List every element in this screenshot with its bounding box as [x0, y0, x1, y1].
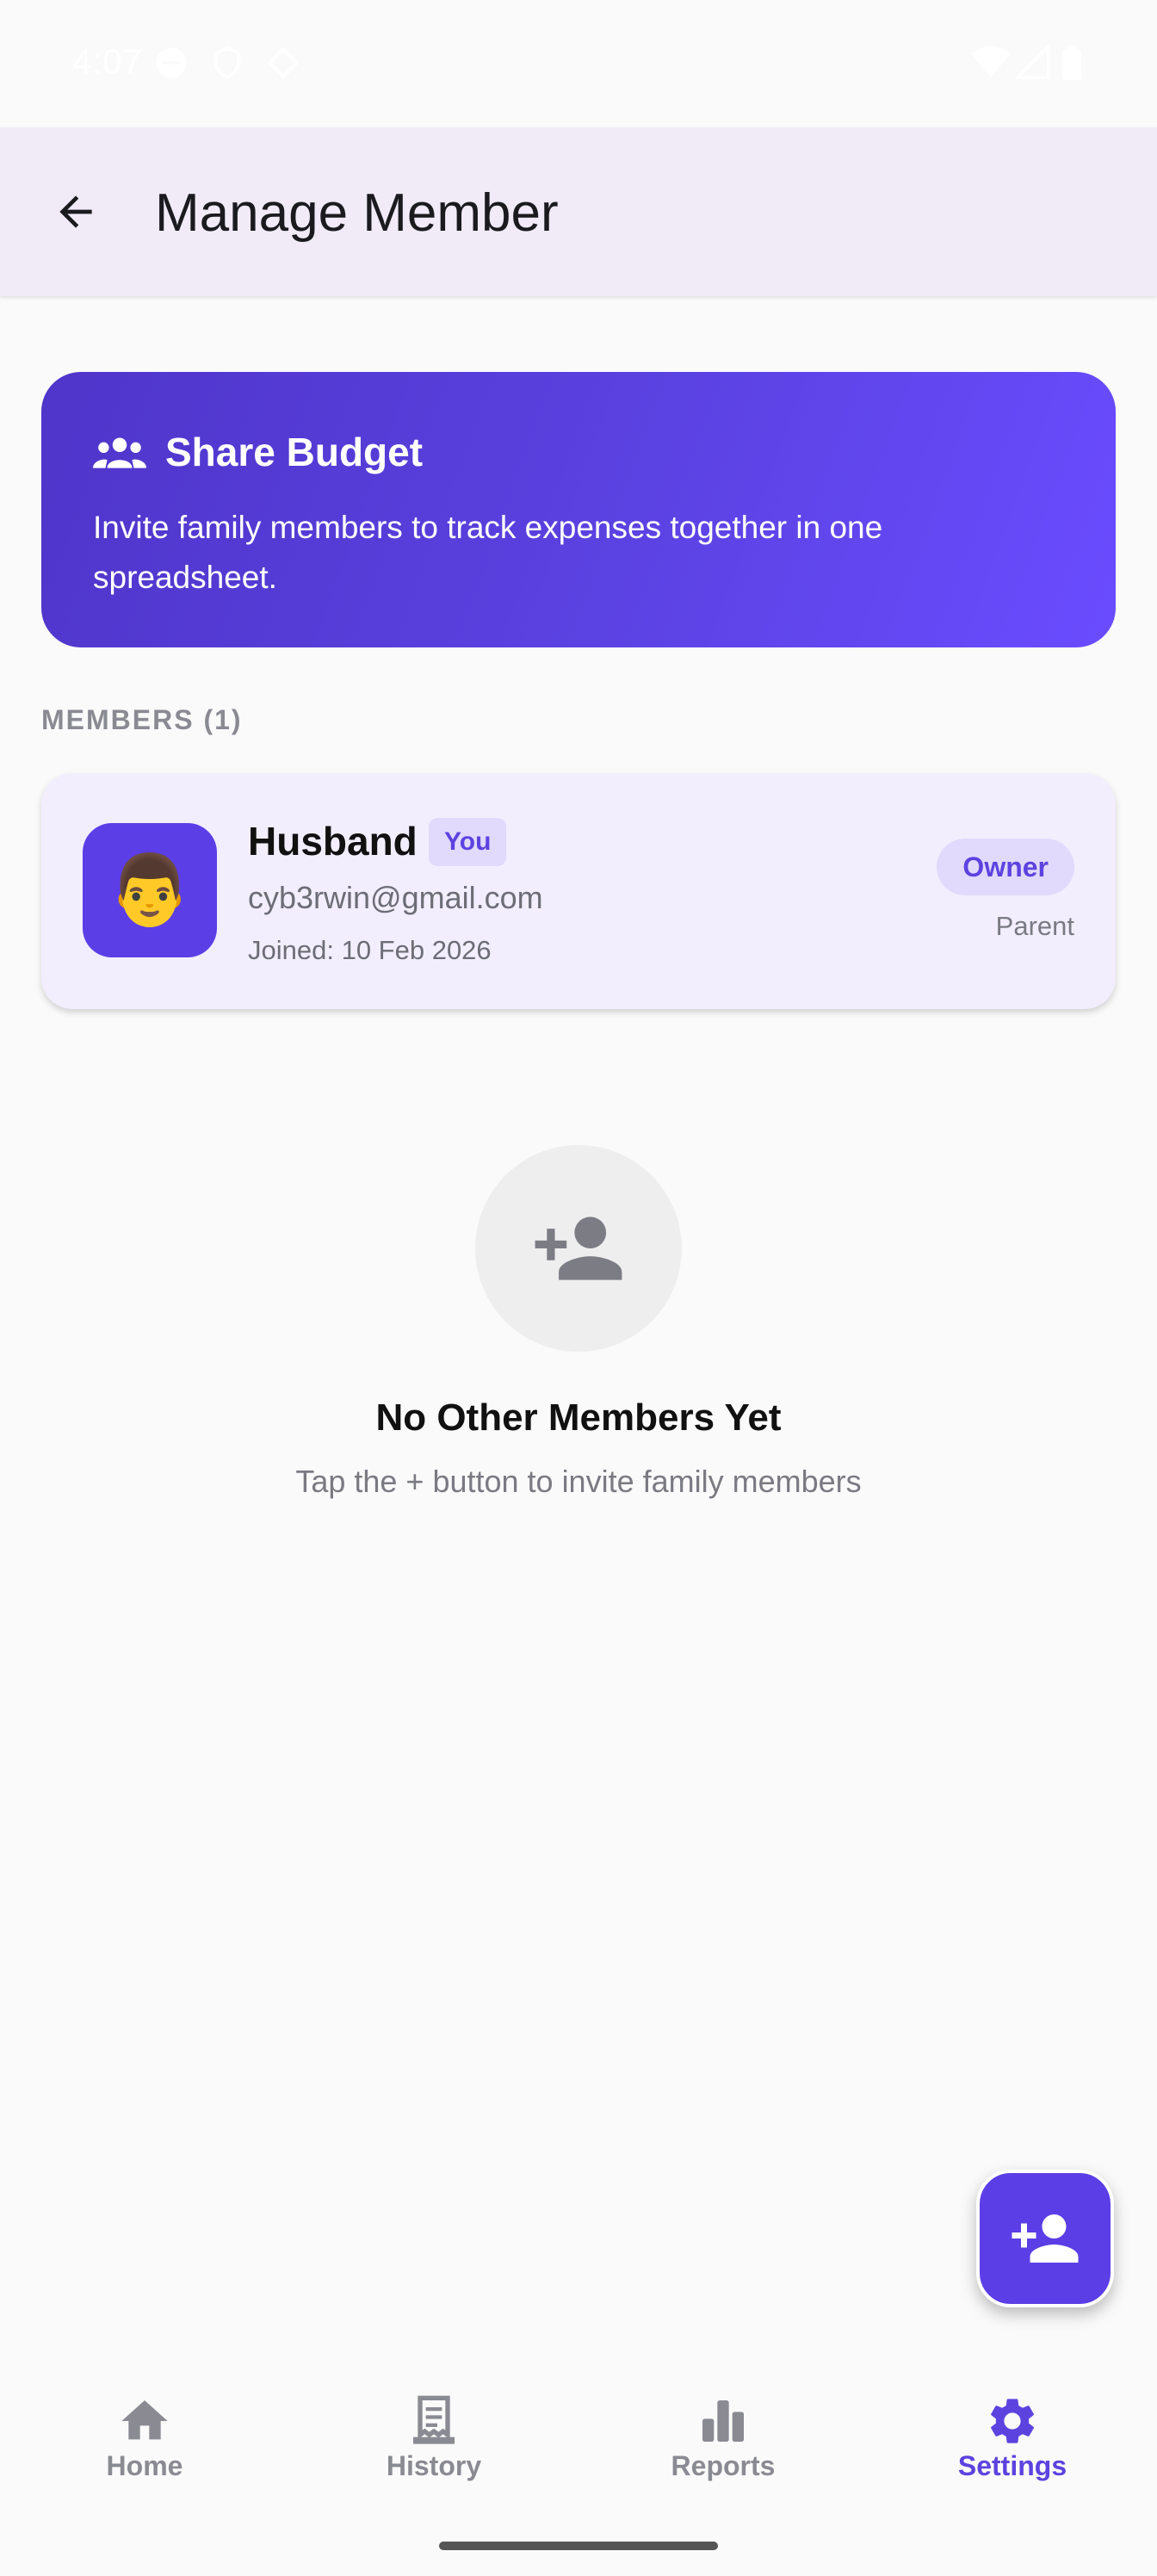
home-indicator[interactable] [439, 2542, 718, 2550]
status-time: 4:07 [72, 43, 143, 81]
share-budget-banner: Share Budget Invite family members to tr… [41, 372, 1116, 647]
owner-badge: Owner [937, 839, 1074, 895]
data-saver-icon [265, 45, 301, 85]
bar-chart-icon [702, 2400, 744, 2442]
member-card[interactable]: 👨 Husband You cyb3rwin@gmail.com Joined:… [41, 773, 1116, 1009]
gear-icon [991, 2399, 1034, 2443]
members-section-label: MEMBERS (1) [41, 704, 243, 735]
member-joined-date: Joined: 10 Feb 2026 [248, 935, 492, 965]
home-icon [121, 2400, 168, 2440]
member-email: cyb3rwin@gmail.com [248, 880, 543, 915]
avatar: 👨 [83, 823, 217, 957]
member-relation: Parent [995, 911, 1074, 941]
nav-item-reports[interactable]: Reports [611, 2393, 835, 2505]
person-add-icon [535, 1217, 622, 1280]
dnd-icon [153, 45, 189, 85]
empty-state-title: No Other Members Yet [375, 1396, 782, 1439]
nav-label: Reports [671, 2450, 776, 2481]
empty-state-subtitle: Tap the + button to invite family member… [295, 1464, 862, 1499]
you-badge: You [429, 818, 507, 866]
nav-label: Settings [957, 2450, 1067, 2481]
nav-label: History [386, 2450, 482, 2481]
status-bar: 4:07 [0, 0, 1157, 127]
nav-item-history[interactable]: History [322, 2393, 546, 2505]
back-button[interactable] [34, 170, 117, 253]
member-name: Husband [248, 819, 418, 864]
nav-item-home[interactable]: Home [33, 2393, 257, 2505]
shield-icon [210, 45, 244, 85]
person-add-icon [1012, 2214, 1079, 2263]
wifi-icon [971, 45, 1011, 84]
nav-label: Home [106, 2450, 183, 2481]
page-title: Manage Member [155, 183, 559, 243]
signal-icon [1013, 42, 1050, 84]
receipt-icon [413, 2395, 455, 2444]
empty-state-illustration [475, 1145, 682, 1352]
banner-description: Invite family members to track expenses … [93, 510, 883, 595]
arrow-back-icon [59, 195, 92, 228]
battery-icon [1062, 45, 1081, 85]
nav-item-settings[interactable]: Settings [900, 2393, 1124, 2505]
add-member-button[interactable] [976, 2170, 1114, 2307]
banner-title: Share Budget [165, 430, 424, 474]
group-icon [93, 437, 146, 468]
app-bar: Manage Member [0, 127, 1157, 296]
